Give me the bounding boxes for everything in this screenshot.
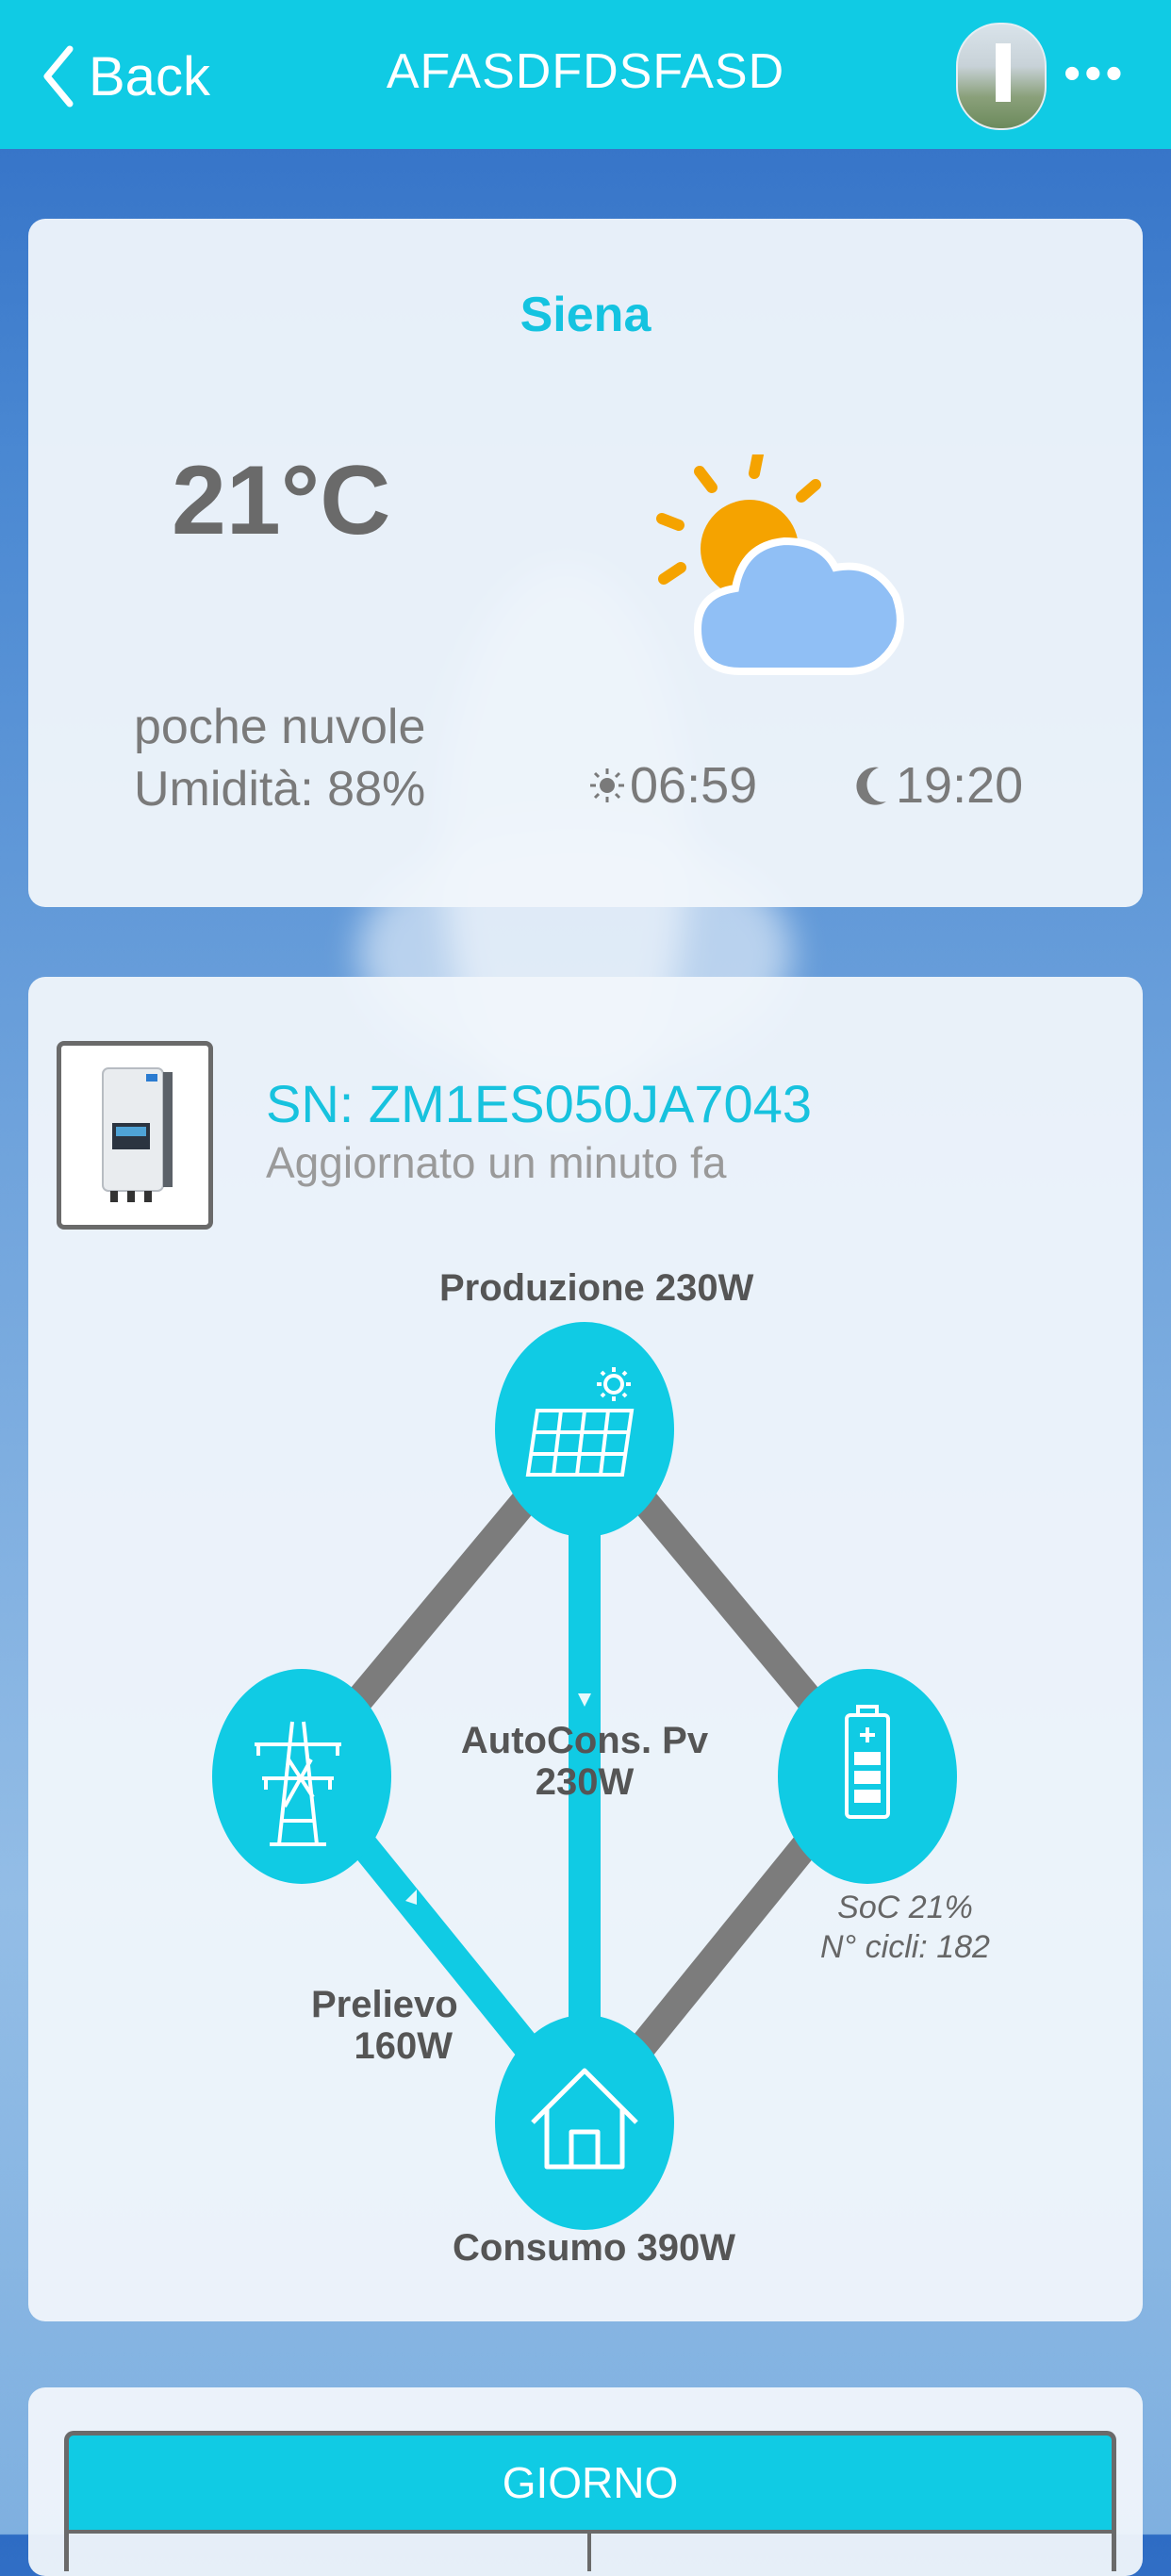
city-name: Siena [520, 288, 651, 342]
humidity-text: Umidità: 88% [134, 762, 426, 817]
weather-card: Siena 21°C poche nuvole Umidità: 88% 06:… [28, 219, 1143, 907]
navigation-bar: Back AFASDFDSFASD ••• [0, 0, 1171, 149]
moon-icon [856, 767, 886, 805]
home-node[interactable] [495, 2015, 674, 2230]
statistics-card: GIORNO [28, 2387, 1143, 2576]
avatar-image [996, 43, 1011, 102]
consumption-label: Consumo 390W [453, 2227, 736, 2269]
weather-description: poche nuvole Umidità: 88% [134, 696, 425, 820]
temperature: 21°C [172, 446, 391, 555]
self-consumption-label: AutoCons. Pv 230W [460, 1720, 709, 1803]
production-label: Produzione 230W [439, 1267, 754, 1309]
stats-table-header [64, 2530, 1116, 2571]
avatar[interactable] [956, 23, 1047, 130]
tab-day[interactable]: GIORNO [64, 2431, 1116, 2530]
sun-icon [590, 768, 624, 802]
battery-status: SoC 21% N° cicli: 182 [820, 1890, 990, 1965]
grid-import-label: Prelievo 160W [311, 1984, 458, 2067]
energy-flow-diagram [212, 1322, 957, 2230]
grid-node[interactable] [212, 1669, 391, 1884]
battery-node[interactable] [778, 1669, 957, 1884]
partly-cloudy-icon [656, 454, 904, 675]
solar-node[interactable] [495, 1322, 674, 1537]
sunset-time: 19:20 [854, 756, 1023, 815]
condition-text: poche nuvole [134, 700, 426, 754]
sunrise-time: 06:59 [588, 756, 757, 815]
more-options-button[interactable]: ••• [1064, 49, 1127, 98]
device-card: SN: ZM1ES050JA7043 Aggiornato un minuto … [28, 977, 1143, 2321]
